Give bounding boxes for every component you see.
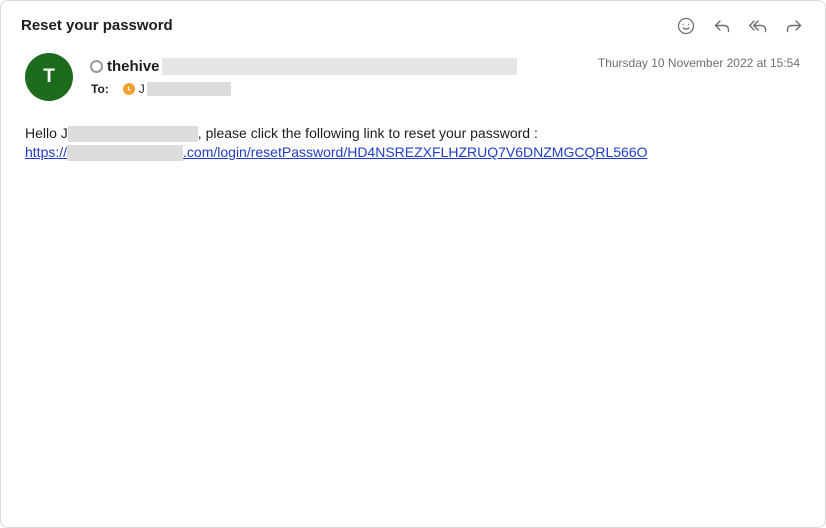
forward-icon[interactable] xyxy=(783,15,805,37)
greeting-suffix: , please click the following link to res… xyxy=(197,125,538,141)
redacted-sender-address xyxy=(161,57,517,75)
reply-icon[interactable] xyxy=(711,15,733,37)
reply-all-icon[interactable] xyxy=(747,15,769,37)
link-suffix: .com/login/resetPassword/HD4NSREZXFLHZRU… xyxy=(183,144,648,160)
sender-avatar[interactable]: T xyxy=(25,53,73,101)
sender-name[interactable]: thehive xyxy=(107,58,160,75)
email-subject: Reset your password xyxy=(21,17,173,34)
status-ring-icon xyxy=(90,59,103,73)
clock-icon xyxy=(122,83,135,95)
reset-password-link[interactable]: https:// .com/login/resetPassword/HD4NSR… xyxy=(25,143,648,162)
redacted-name xyxy=(67,125,198,142)
smiley-icon[interactable] xyxy=(675,15,697,37)
greeting-prefix: Hello J xyxy=(25,125,68,141)
email-window: Reset your password T thehive Thursday 1… xyxy=(0,0,826,528)
greeting-line: Hello J , please click the following lin… xyxy=(25,124,805,143)
email-body: Hello J , please click the following lin… xyxy=(25,124,805,162)
recipient-name[interactable]: J xyxy=(139,82,145,96)
redacted-domain xyxy=(67,144,184,161)
link-prefix: https:// xyxy=(25,144,68,160)
email-date: Thursday 10 November 2022 at 15:54 xyxy=(597,56,800,70)
link-line: https:// .com/login/resetPassword/HD4NSR… xyxy=(25,143,805,162)
recipient-row: To: J xyxy=(91,81,231,97)
message-toolbar xyxy=(675,15,805,37)
sender-row: thehive xyxy=(90,57,517,75)
redacted-recipient xyxy=(146,82,231,96)
to-label: To: xyxy=(91,82,109,96)
